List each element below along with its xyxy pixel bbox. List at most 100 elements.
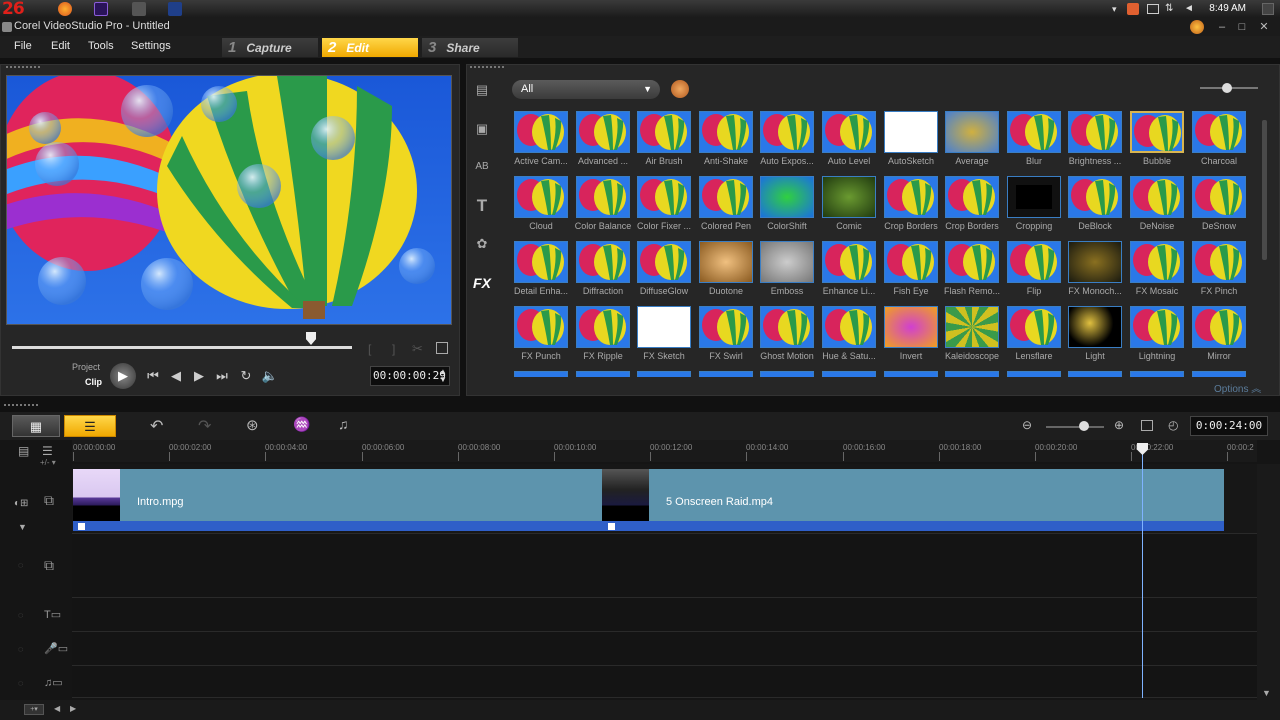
enlarge-preview-icon[interactable] xyxy=(436,342,448,354)
effect-thumbnail[interactable] xyxy=(1007,176,1061,218)
repeat-button[interactable]: ↻ xyxy=(237,367,255,385)
volume-button[interactable]: 🔈 xyxy=(261,367,279,385)
split-clip-icon[interactable]: ✂ xyxy=(412,341,423,357)
effect-thumbnail[interactable] xyxy=(822,306,876,348)
effect-thumbnail[interactable] xyxy=(945,371,999,377)
play-button[interactable]: ▶ xyxy=(110,363,136,389)
zoom-slider[interactable] xyxy=(1046,426,1104,428)
minimize-button[interactable]: – xyxy=(1214,20,1230,34)
clip-mode-label[interactable]: Clip xyxy=(85,377,102,387)
effect-thumbnail[interactable] xyxy=(699,241,753,283)
effect-thumbnail[interactable] xyxy=(822,241,876,283)
title-track-icon[interactable]: T▭ xyxy=(44,608,61,621)
track-manager-icon[interactable]: ▤ xyxy=(18,444,29,458)
graphic-icon[interactable]: ✿ xyxy=(471,234,493,254)
video-clip[interactable]: Intro.mpg xyxy=(73,469,602,531)
effect-thumbnail[interactable] xyxy=(822,176,876,218)
playhead-line[interactable] xyxy=(1142,446,1143,698)
overlay-track-icon[interactable]: ⧉ xyxy=(44,557,54,574)
effect-thumbnail[interactable] xyxy=(1068,241,1122,283)
transition-icon[interactable]: AB xyxy=(471,157,493,177)
effect-thumbnail[interactable] xyxy=(1192,241,1246,283)
title-icon[interactable]: T xyxy=(471,196,493,216)
zoom-out-icon[interactable]: ⊖ xyxy=(1022,418,1032,432)
effect-thumbnail[interactable] xyxy=(1007,371,1061,377)
timecode-spinner-icon[interactable]: ▲ ▼ xyxy=(439,368,447,384)
tray-network-icon[interactable]: ⇅ xyxy=(1165,3,1173,14)
effect-thumbnail[interactable] xyxy=(1130,371,1184,377)
video-app-icon[interactable] xyxy=(168,2,182,16)
effect-thumbnail[interactable] xyxy=(514,111,568,153)
effect-thumbnail[interactable] xyxy=(576,371,630,377)
step-edit[interactable]: 2 Edit xyxy=(322,38,418,57)
effect-thumbnail[interactable] xyxy=(945,241,999,283)
preview-timecode[interactable]: 00:00:00:29 xyxy=(370,366,450,386)
menu-settings[interactable]: Settings xyxy=(131,40,171,52)
effect-thumbnail[interactable] xyxy=(884,176,938,218)
track-visibility-icon[interactable]: ◌ xyxy=(18,678,23,688)
media-library-icon[interactable]: ▤ xyxy=(471,80,493,100)
step-capture[interactable]: 1 Capture xyxy=(222,38,318,57)
firefox-icon[interactable] xyxy=(58,2,72,16)
scroll-left-icon[interactable]: ◀ xyxy=(54,704,60,713)
sound-mixer-icon[interactable]: ♒ xyxy=(293,416,310,433)
undo-icon[interactable]: ↶ xyxy=(150,416,163,436)
gallery-scrollbar[interactable] xyxy=(1262,120,1267,260)
effect-thumbnail[interactable] xyxy=(637,241,691,283)
effect-thumbnail[interactable] xyxy=(1130,111,1184,153)
menu-edit[interactable]: Edit xyxy=(51,40,70,52)
close-button[interactable]: ✕ xyxy=(1256,20,1272,34)
effect-thumbnail[interactable] xyxy=(576,111,630,153)
effect-thumbnail[interactable] xyxy=(1007,241,1061,283)
effect-thumbnail[interactable] xyxy=(1007,111,1061,153)
project-mode-label[interactable]: Project xyxy=(72,362,100,372)
gallery-filter-dropdown[interactable]: All ▼ xyxy=(512,80,660,99)
effect-thumbnail[interactable] xyxy=(760,176,814,218)
video-track-icon[interactable]: ⧉ xyxy=(44,492,54,509)
effect-thumbnail[interactable] xyxy=(576,241,630,283)
timeline-view-button[interactable]: ☰ xyxy=(64,415,116,437)
music-track-icon[interactable]: ♫▭ xyxy=(44,676,63,689)
instant-project-icon[interactable]: ▣ xyxy=(471,119,493,139)
zoom-slider-knob[interactable] xyxy=(1079,421,1089,431)
video-clip[interactable]: 5 Onscreen Raid.mp4 xyxy=(602,469,1224,531)
effect-thumbnail[interactable] xyxy=(1192,176,1246,218)
effect-thumbnail[interactable] xyxy=(1192,111,1246,153)
effect-thumbnail[interactable] xyxy=(884,306,938,348)
scroll-right-icon[interactable]: ▶ xyxy=(70,704,76,713)
effect-thumbnail[interactable] xyxy=(514,371,568,377)
scroll-down-icon[interactable]: ▼ xyxy=(1262,688,1271,698)
effect-thumbnail[interactable] xyxy=(576,176,630,218)
mark-in-icon[interactable]: [ xyxy=(368,342,371,356)
corel-guide-icon[interactable] xyxy=(1190,20,1204,34)
browse-icon[interactable] xyxy=(671,80,689,98)
next-frame-button[interactable]: ▶ xyxy=(190,367,208,385)
scrub-bar[interactable] xyxy=(12,346,352,349)
add-remove-chapter-icon[interactable]: +/- ▾ xyxy=(40,458,56,467)
timeline-scrollbar[interactable] xyxy=(1257,464,1280,700)
track-visibility-icon[interactable]: ◌ xyxy=(18,560,23,570)
effect-thumbnail[interactable] xyxy=(884,111,938,153)
effect-thumbnail[interactable] xyxy=(945,306,999,348)
effect-thumbnail[interactable] xyxy=(945,176,999,218)
effect-thumbnail[interactable] xyxy=(760,241,814,283)
effect-thumbnail[interactable] xyxy=(1068,111,1122,153)
end-button[interactable]: ⏭ xyxy=(213,367,231,385)
effect-thumbnail[interactable] xyxy=(637,371,691,377)
home-button[interactable]: ⏮ xyxy=(144,367,162,385)
effect-thumbnail[interactable] xyxy=(514,306,568,348)
effect-thumbnail[interactable] xyxy=(1192,371,1246,377)
mark-out-icon[interactable]: ] xyxy=(392,342,395,356)
step-share[interactable]: 3 Share xyxy=(422,38,518,57)
panel-grip[interactable] xyxy=(470,66,504,70)
after-effects-icon[interactable] xyxy=(94,2,108,16)
all-tracks-toggle-icon[interactable]: ◐⊞ xyxy=(14,498,28,509)
effect-thumbnail[interactable] xyxy=(1068,306,1122,348)
panel-grip[interactable] xyxy=(6,66,40,70)
effect-thumbnail[interactable] xyxy=(1130,306,1184,348)
options-button[interactable]: Options ︽ xyxy=(1214,380,1261,395)
previous-frame-button[interactable]: ◀ xyxy=(167,367,185,385)
fit-project-icon[interactable] xyxy=(1141,420,1153,431)
effect-thumbnail[interactable] xyxy=(822,111,876,153)
effect-thumbnail[interactable] xyxy=(1130,241,1184,283)
